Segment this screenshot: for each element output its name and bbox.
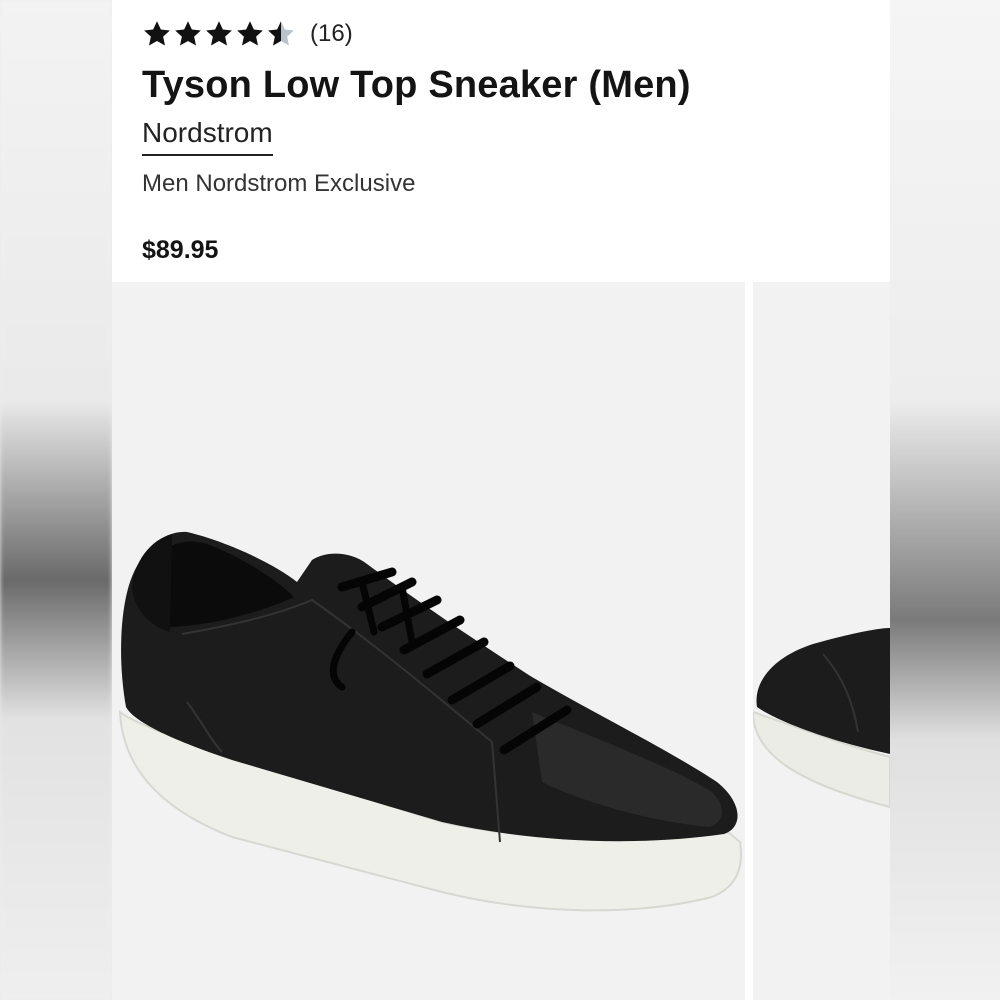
background-blur-right: [890, 0, 1000, 1000]
product-image-next[interactable]: [753, 282, 890, 1000]
rating-row[interactable]: (16): [142, 14, 870, 54]
review-count[interactable]: (16): [310, 20, 353, 48]
product-card: (16) Tyson Low Top Sneaker (Men) Nordstr…: [112, 0, 890, 1000]
star-icon: [144, 21, 170, 46]
brand-link[interactable]: Nordstrom: [142, 117, 273, 156]
product-price: $89.95: [142, 236, 219, 264]
product-image-main[interactable]: [112, 282, 745, 1000]
star-icon: [206, 21, 232, 46]
image-gallery[interactable]: [112, 282, 890, 1000]
star-rating: [142, 19, 296, 49]
star-icon: [237, 21, 263, 46]
star-icon: [175, 21, 201, 46]
black-leather-sneaker-side-icon: [118, 531, 742, 912]
star-half-icon: [268, 21, 294, 46]
product-title: Tyson Low Top Sneaker (Men): [142, 64, 691, 106]
background-blur-left: [0, 0, 112, 1000]
product-subtitle: Men Nordstrom Exclusive: [142, 170, 416, 197]
product-info: (16) Tyson Low Top Sneaker (Men) Nordstr…: [142, 14, 870, 265]
black-leather-sneaker-toe-icon: [753, 628, 890, 809]
